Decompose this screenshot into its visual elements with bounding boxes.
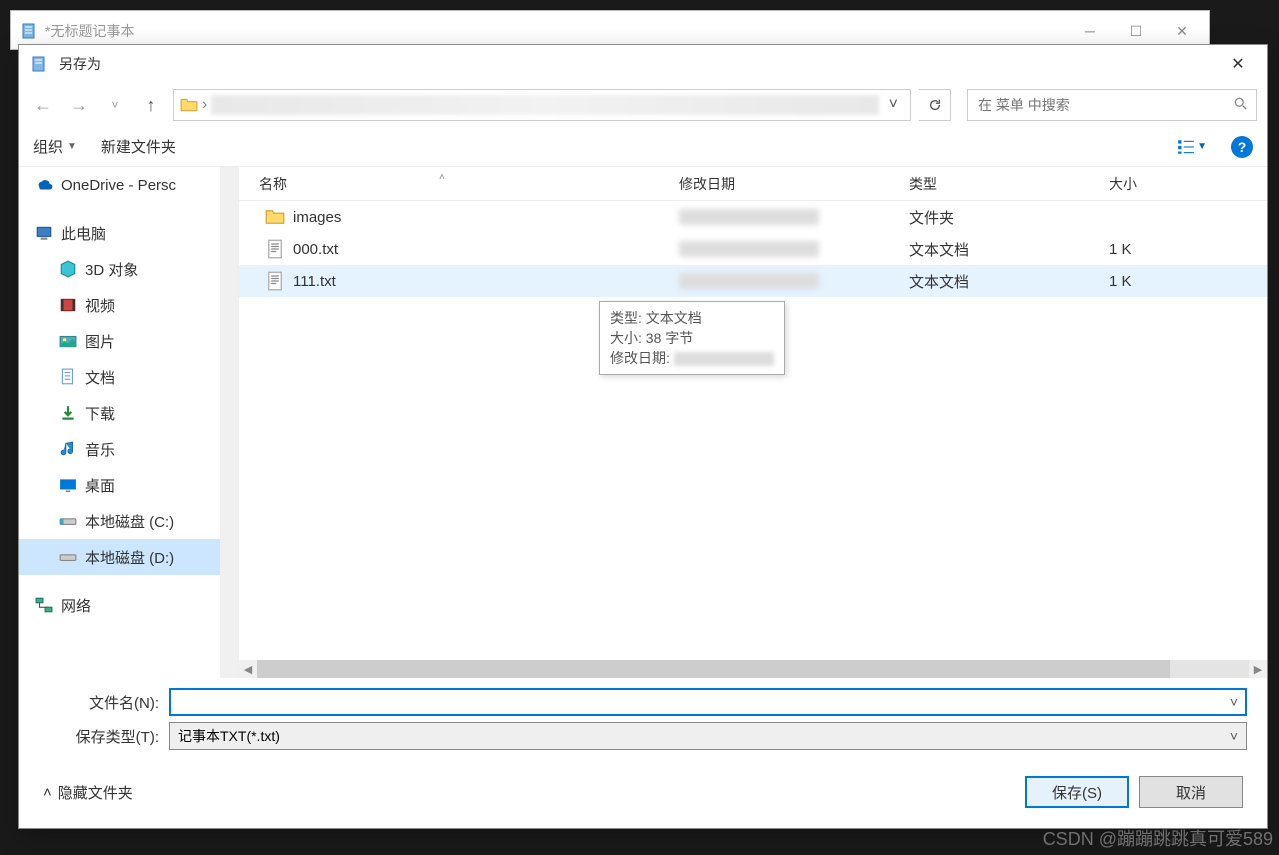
forward-button[interactable]: →: [65, 91, 93, 119]
address-bar[interactable]: › ˅: [173, 89, 911, 121]
file-row-text[interactable]: 000.txt 文本文档 1 K: [239, 233, 1267, 265]
blurred-date: [679, 209, 819, 225]
filename-input[interactable]: ˅: [169, 688, 1247, 716]
address-path-blurred: [211, 95, 878, 115]
help-button[interactable]: ?: [1231, 136, 1253, 158]
parent-window-controls: ─ ☐ ✕: [1067, 16, 1205, 46]
refresh-icon: [928, 98, 942, 112]
folder-icon: [180, 96, 198, 114]
search-box[interactable]: [967, 89, 1257, 121]
documents-icon: [59, 368, 77, 386]
toolbar: 组织▼ 新建文件夹 ▼ ?: [19, 127, 1267, 167]
tree-item-disk-d[interactable]: 本地磁盘 (D:): [19, 539, 238, 575]
disk-icon: [59, 548, 77, 566]
column-headers: 名称˄ 修改日期 类型 大小: [239, 167, 1267, 201]
dialog-titlebar: 另存为 ✕: [19, 45, 1267, 83]
minimize-button[interactable]: ─: [1067, 16, 1113, 46]
tree-item-documents[interactable]: 文档: [19, 359, 238, 395]
save-button[interactable]: 保存(S): [1025, 776, 1129, 808]
file-tooltip: 类型: 文本文档 大小: 38 字节 修改日期:: [599, 301, 785, 375]
save-form: 文件名(N): ˅ 保存类型(T): 记事本TXT(*.txt) ˅: [19, 678, 1267, 760]
cancel-button[interactable]: 取消: [1139, 776, 1243, 808]
dialog-close-button[interactable]: ✕: [1215, 49, 1261, 79]
chevron-down-icon[interactable]: ˅: [1230, 694, 1238, 710]
scroll-track[interactable]: [257, 660, 1249, 678]
back-button[interactable]: ←: [29, 91, 57, 119]
nav-scrollbar[interactable]: [220, 167, 238, 678]
text-file-icon: [265, 271, 285, 291]
tree-item-videos[interactable]: 视频: [19, 287, 238, 323]
up-button[interactable]: ↑: [137, 91, 165, 119]
filetype-select[interactable]: 记事本TXT(*.txt) ˅: [169, 722, 1247, 750]
sort-indicator-icon: ˄: [439, 172, 445, 183]
parent-window-title: *无标题记事本: [45, 21, 1067, 41]
column-date[interactable]: 修改日期: [679, 174, 909, 194]
navigation-bar: ← → ˅ ↑ › ˅: [19, 83, 1267, 127]
tree-item-pictures[interactable]: 图片: [19, 323, 238, 359]
desktop-icon: [59, 476, 77, 494]
pictures-icon: [59, 332, 77, 350]
hide-folders-toggle[interactable]: ˄ 隐藏文件夹: [43, 782, 133, 803]
view-options-button[interactable]: ▼: [1177, 138, 1207, 156]
cube-icon: [59, 260, 77, 278]
file-rows: images 文件夹 000.txt 文本文档 1 K 111.txt 文本文档…: [239, 201, 1267, 660]
file-row-folder[interactable]: images 文件夹: [239, 201, 1267, 233]
network-icon: [35, 596, 53, 614]
onedrive-icon: [35, 176, 53, 194]
filetype-label: 保存类型(T):: [49, 726, 169, 747]
save-as-dialog: 另存为 ✕ ← → ˅ ↑ › ˅ 组织▼ 新建文件夹 ▼ ?: [18, 44, 1268, 829]
tree-item-disk-c[interactable]: 本地磁盘 (C:): [19, 503, 238, 539]
close-button[interactable]: ✕: [1159, 16, 1205, 46]
music-icon: [59, 440, 77, 458]
tree-item-onedrive[interactable]: OneDrive - Persc: [19, 167, 238, 203]
blurred-date: [674, 352, 774, 366]
file-list-area: 名称˄ 修改日期 类型 大小 images 文件夹 000.txt 文本文档 1…: [239, 167, 1267, 678]
organize-button[interactable]: 组织▼: [33, 136, 77, 157]
search-input[interactable]: [976, 96, 1234, 114]
history-dropdown[interactable]: ˅: [101, 91, 129, 119]
downloads-icon: [59, 404, 77, 422]
search-icon[interactable]: [1234, 97, 1248, 114]
column-type[interactable]: 类型: [909, 174, 1109, 194]
disk-icon: [59, 512, 77, 530]
tree-item-downloads[interactable]: 下载: [19, 395, 238, 431]
pc-icon: [35, 224, 53, 242]
filename-label: 文件名(N):: [49, 692, 169, 713]
tree-item-music[interactable]: 音乐: [19, 431, 238, 467]
refresh-button[interactable]: [919, 89, 951, 121]
watermark: CSDN @蹦蹦跳跳真可爱589: [1043, 825, 1273, 851]
notepad-icon: [21, 23, 37, 39]
scroll-thumb[interactable]: [257, 660, 1170, 678]
file-row-text[interactable]: 111.txt 文本文档 1 K: [239, 265, 1267, 297]
dialog-footer: ˄ 隐藏文件夹 保存(S) 取消: [19, 760, 1267, 828]
tree-item-3d-objects[interactable]: 3D 对象: [19, 251, 238, 287]
chevron-down-icon[interactable]: ˅: [1230, 728, 1238, 744]
address-dropdown-icon[interactable]: ˅: [883, 96, 904, 114]
text-file-icon: [265, 239, 285, 259]
video-icon: [59, 296, 77, 314]
folder-icon: [265, 207, 285, 227]
chevron-up-icon: ˄: [43, 784, 52, 801]
scroll-right-icon[interactable]: ▶: [1249, 660, 1267, 678]
new-folder-button[interactable]: 新建文件夹: [101, 136, 176, 157]
tree-item-network[interactable]: 网络: [19, 587, 238, 623]
blurred-date: [679, 241, 819, 257]
blurred-date: [679, 273, 819, 289]
horizontal-scrollbar[interactable]: ◀ ▶: [239, 660, 1267, 678]
maximize-button[interactable]: ☐: [1113, 16, 1159, 46]
scroll-left-icon[interactable]: ◀: [239, 660, 257, 678]
dialog-title: 另存为: [55, 54, 1215, 74]
view-icon: [1177, 138, 1195, 156]
navigation-pane: OneDrive - Persc 此电脑 3D 对象 视频 图片 文档: [19, 167, 239, 678]
column-size[interactable]: 大小: [1109, 174, 1199, 194]
notepad-icon: [31, 56, 47, 72]
tree-item-desktop[interactable]: 桌面: [19, 467, 238, 503]
body-area: OneDrive - Persc 此电脑 3D 对象 视频 图片 文档: [19, 167, 1267, 678]
column-name[interactable]: 名称˄: [239, 174, 679, 194]
tree-item-this-pc[interactable]: 此电脑: [19, 215, 238, 251]
